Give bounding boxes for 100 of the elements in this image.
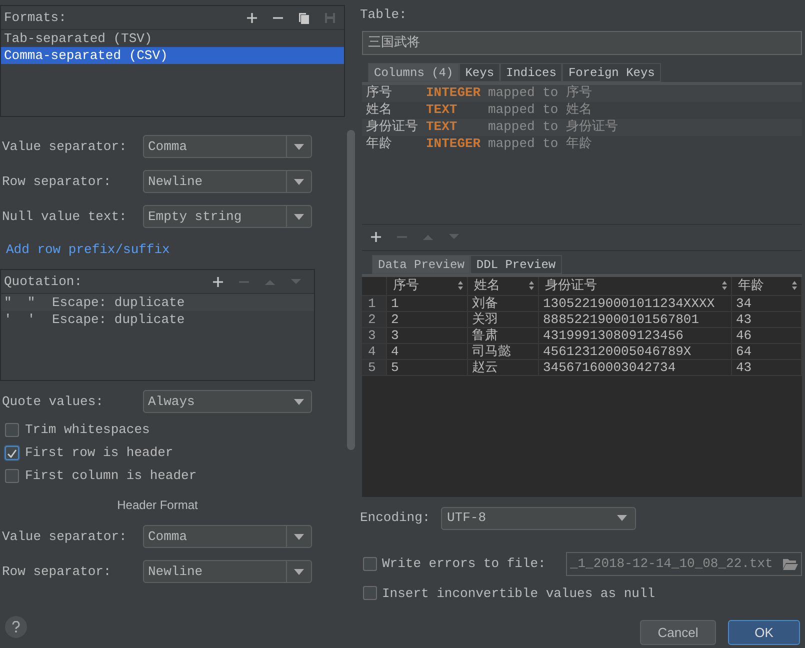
dropdown-value: Newline bbox=[147, 562, 204, 581]
insert-null-label: Insert inconvertible values as null bbox=[382, 584, 656, 602]
table-name-field[interactable]: 三国武将 bbox=[362, 30, 802, 54]
sort-icon bbox=[529, 281, 534, 290]
help-button[interactable] bbox=[5, 616, 27, 638]
dropdown-value: Comma bbox=[147, 138, 188, 156]
column-mapping: mapped to 年龄 bbox=[488, 135, 592, 154]
checkbox[interactable] bbox=[363, 586, 377, 600]
write-errors-label: Write errors to file: bbox=[382, 554, 547, 573]
column-name: 身份证号 bbox=[366, 118, 419, 136]
column-name: 年龄 bbox=[366, 135, 393, 154]
quotation-label: Quotation: bbox=[4, 272, 82, 291]
dialog-button[interactable]: Cancel bbox=[640, 620, 716, 645]
table-cell: 130522190001011234XXXX bbox=[539, 296, 732, 312]
add-prefix-link[interactable]: Add row prefix/suffix bbox=[6, 242, 170, 257]
dropdown[interactable]: Always bbox=[143, 390, 312, 413]
setting-label: Value separator: bbox=[1, 138, 128, 156]
tab[interactable]: DDL Preview bbox=[470, 254, 562, 274]
setting-label: Null value text: bbox=[1, 208, 128, 226]
setting-label: Quote values: bbox=[1, 392, 104, 411]
column-mapping: mapped to 姓名 bbox=[488, 101, 592, 120]
escape-mode: Escape: duplicate bbox=[52, 310, 185, 329]
checkbox[interactable] bbox=[5, 423, 19, 437]
column-header[interactable]: 序号 bbox=[387, 276, 468, 296]
option-label: First column is header bbox=[25, 467, 197, 486]
quote-characters: ' ' bbox=[4, 310, 36, 329]
table-cell: 64 bbox=[732, 344, 802, 360]
row-number: 4 bbox=[362, 344, 387, 360]
column-type: TEXT bbox=[426, 118, 458, 136]
dropdown[interactable]: Newline bbox=[143, 170, 312, 193]
column-name: 姓名 bbox=[366, 101, 393, 120]
dropdown-arrow-icon bbox=[294, 214, 304, 220]
dropdown[interactable]: Empty string bbox=[143, 205, 312, 228]
dropdown[interactable]: Comma bbox=[143, 135, 312, 158]
dropdown-arrow-icon bbox=[294, 534, 304, 540]
column-name: 序号 bbox=[366, 84, 393, 102]
option-label: Trim whitespaces bbox=[25, 421, 150, 440]
dropdown-value: Always bbox=[147, 392, 196, 411]
dropdown-value: Empty string bbox=[147, 208, 243, 226]
row-number: 2 bbox=[362, 312, 387, 328]
tab[interactable]: Data Preview bbox=[372, 254, 470, 274]
table-cell: 5 bbox=[387, 360, 468, 376]
tab[interactable]: Foreign Keys bbox=[562, 62, 661, 82]
table-cell: 2 bbox=[387, 312, 468, 328]
column-mapping: mapped to 序号 bbox=[488, 84, 592, 102]
setting-label: Row separator: bbox=[1, 172, 112, 191]
column-header[interactable]: 姓名 bbox=[468, 276, 539, 296]
table-cell: 46 bbox=[732, 328, 802, 344]
row-number: 1 bbox=[362, 296, 387, 312]
column-mapping: mapped to 身份证号 bbox=[488, 118, 618, 136]
scrollbar[interactable] bbox=[347, 130, 355, 450]
column-header[interactable]: 身份证号 bbox=[539, 276, 732, 296]
quote-characters: " " bbox=[4, 294, 36, 312]
column-type: INTEGER bbox=[426, 84, 482, 102]
column-type: INTEGER bbox=[426, 135, 482, 154]
table-cell: 34567160003042734 bbox=[539, 360, 732, 376]
sort-icon bbox=[722, 281, 727, 290]
table-cell: 3 bbox=[387, 328, 468, 344]
checkbox[interactable] bbox=[363, 556, 377, 570]
setting-label: Value separator: bbox=[1, 528, 128, 546]
dropdown[interactable]: Newline bbox=[143, 560, 312, 583]
checkbox[interactable] bbox=[5, 469, 19, 483]
escape-mode: Escape: duplicate bbox=[52, 294, 185, 312]
format-item[interactable]: Tab-separated (TSV) bbox=[1, 30, 344, 47]
column-header[interactable]: 年龄 bbox=[732, 276, 802, 296]
add-icon[interactable] bbox=[212, 276, 224, 288]
row-number: 3 bbox=[362, 328, 387, 344]
tab[interactable]: Columns (4) bbox=[368, 62, 460, 82]
dropdown-arrow-icon bbox=[294, 398, 304, 404]
table-cell: 关羽 bbox=[468, 312, 539, 328]
tab[interactable]: Indices bbox=[500, 62, 562, 82]
dialog-button[interactable]: OK bbox=[728, 620, 800, 645]
table-cell: 鲁肃 bbox=[468, 328, 539, 344]
table-cell: 赵云 bbox=[468, 360, 539, 376]
setting-label: Row separator: bbox=[1, 562, 112, 581]
dropdown-value: Comma bbox=[147, 528, 188, 546]
section-title: Header Format bbox=[117, 497, 198, 514]
table-cell: 34 bbox=[732, 296, 802, 312]
add-icon[interactable] bbox=[370, 231, 382, 243]
folder-icon[interactable] bbox=[783, 558, 798, 570]
table-cell: 43 bbox=[732, 312, 802, 328]
table-label: Table: bbox=[359, 6, 408, 24]
table-cell: 431999130809123456 bbox=[539, 328, 732, 344]
row-number: 5 bbox=[362, 360, 387, 376]
tab[interactable]: Keys bbox=[459, 62, 500, 82]
format-item[interactable]: Comma-separated (CSV) bbox=[1, 47, 344, 64]
dropdown[interactable]: Comma bbox=[143, 525, 312, 548]
copy-icon[interactable] bbox=[298, 12, 310, 24]
dropdown-arrow-icon bbox=[617, 515, 627, 521]
formats-label: Formats: bbox=[4, 8, 66, 27]
error-file-field[interactable]: _1_2018-12-14_10_08_22.txt bbox=[566, 552, 802, 576]
dropdown-arrow-icon bbox=[294, 178, 304, 184]
encoding-label: Encoding: bbox=[359, 509, 432, 528]
dropdown-arrow-icon bbox=[294, 144, 304, 150]
sort-icon bbox=[458, 281, 463, 290]
table-cell: 1 bbox=[387, 296, 468, 312]
checkbox[interactable] bbox=[5, 446, 19, 460]
encoding-dropdown[interactable]: UTF-8 bbox=[441, 506, 636, 530]
add-icon[interactable] bbox=[246, 12, 258, 24]
table-cell: 司马懿 bbox=[468, 344, 539, 360]
